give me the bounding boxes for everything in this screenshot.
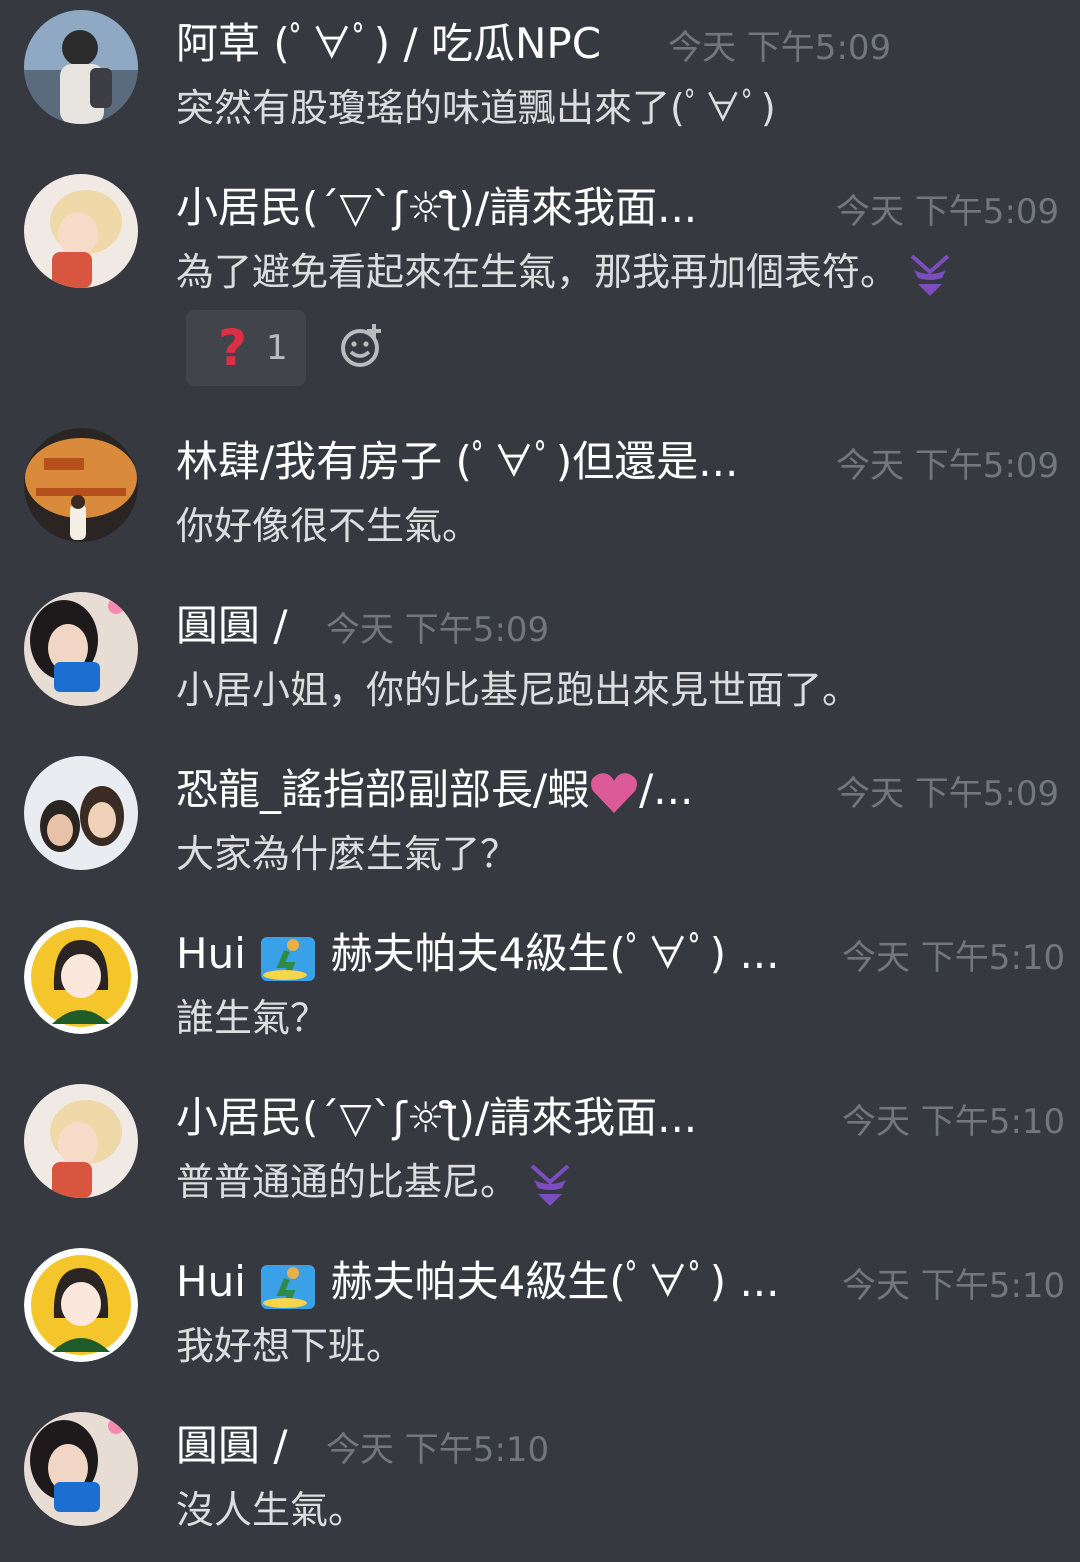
bikini-emoji	[910, 254, 950, 296]
message-author[interactable]: Hui 赫夫帕夫4級生(ﾟ∀ﾟ) ...	[176, 926, 780, 983]
message-text: 大家為什麼生氣了？	[176, 832, 519, 876]
message-author[interactable]: 林肆/我有房子 (ﾟ∀ﾟ)但還是...	[176, 434, 738, 490]
avatar[interactable]	[24, 1084, 138, 1198]
message-author-suffix: 赫夫帕夫4級生(ﾟ∀ﾟ) ...	[330, 1257, 780, 1306]
question-mark-emoji: ?	[218, 319, 248, 377]
message-author-name: 恐龍_謠指部副部長/蝦	[176, 765, 590, 814]
message-text: 我好想下班。	[176, 1324, 405, 1368]
add-reaction-icon[interactable]	[338, 322, 386, 370]
message-author[interactable]: 阿草 (ﾟ∀ﾟ) / 吃瓜NPC	[176, 16, 601, 72]
avatar[interactable]	[24, 1248, 138, 1362]
heart-emoji	[591, 772, 638, 813]
message-timestamp: 今天 下午5:09	[668, 28, 892, 68]
avatar[interactable]	[24, 10, 138, 124]
message-text: 沒人生氣。	[176, 1488, 367, 1532]
message-author[interactable]: 小居民(´▽`ʃ☼ƪ)/請來我面...	[176, 1090, 697, 1146]
message-author-name: Hui	[176, 1257, 246, 1306]
avatar[interactable]	[24, 592, 138, 706]
message-timestamp: 今天 下午5:10	[842, 1266, 1066, 1306]
message-text: 突然有股瓊瑤的味道飄出來了(ﾟ∀ﾟ)	[176, 86, 776, 130]
message[interactable]: 圓圓 / 今天 下午5:10 沒人生氣。	[0, 1412, 1080, 1562]
message-timestamp: 今天 下午5:10	[842, 1102, 1066, 1142]
message-text: 為了避免看起來在生氣，那我再加個表符。	[176, 246, 950, 298]
message-author-suffix: 赫夫帕夫4級生(ﾟ∀ﾟ) ...	[330, 929, 780, 978]
message-author[interactable]: 圓圓 /	[176, 1418, 288, 1474]
avatar[interactable]	[24, 1412, 138, 1526]
message-timestamp: 今天 下午5:09	[836, 774, 1060, 814]
surfer-emoji	[261, 936, 316, 981]
message-text-content: 普普通通的比基尼。	[176, 1160, 519, 1204]
bikini-emoji	[530, 1164, 570, 1206]
message-text: 你好像很不生氣。	[176, 504, 481, 548]
message-text: 小居小姐，你的比基尼跑出來見世面了。	[176, 668, 861, 712]
reaction-count: 1	[266, 328, 288, 368]
message[interactable]: Hui 赫夫帕夫4級生(ﾟ∀ﾟ) ... 今天 下午5:10 我好想下班。	[0, 1248, 1080, 1398]
message-text-content: 為了避免看起來在生氣，那我再加個表符。	[176, 250, 899, 294]
message-author[interactable]: 恐龍_謠指部副部長/蝦 /...	[176, 762, 693, 818]
message[interactable]: 林肆/我有房子 (ﾟ∀ﾟ)但還是... 今天 下午5:09 你好像很不生氣。	[0, 428, 1080, 578]
avatar[interactable]	[24, 174, 138, 288]
message-timestamp: 今天 下午5:10	[326, 1430, 550, 1470]
message-author[interactable]: Hui 赫夫帕夫4級生(ﾟ∀ﾟ) ...	[176, 1254, 780, 1311]
message-author[interactable]: 小居民(´▽`ʃ☼ƪ)/請來我面...	[176, 180, 697, 236]
message[interactable]: 恐龍_謠指部副部長/蝦 /... 今天 下午5:09 大家為什麼生氣了？	[0, 756, 1080, 906]
message-timestamp: 今天 下午5:09	[326, 610, 550, 650]
avatar[interactable]	[24, 428, 138, 542]
message[interactable]: 小居民(´▽`ʃ☼ƪ)/請來我面... 今天 下午5:09 為了避免看起來在生氣…	[0, 174, 1080, 394]
message-text: 普普通通的比基尼。	[176, 1156, 570, 1208]
message[interactable]: 圓圓 / 今天 下午5:09 小居小姐，你的比基尼跑出來見世面了。	[0, 592, 1080, 742]
message-timestamp: 今天 下午5:09	[836, 192, 1060, 232]
message-author-suffix: /...	[639, 765, 694, 814]
avatar[interactable]	[24, 920, 138, 1034]
message[interactable]: 阿草 (ﾟ∀ﾟ) / 吃瓜NPC 今天 下午5:09 突然有股瓊瑤的味道飄出來了…	[0, 10, 1080, 160]
message[interactable]: Hui 赫夫帕夫4級生(ﾟ∀ﾟ) ... 今天 下午5:10 誰生氣？	[0, 920, 1080, 1070]
message-author-name: Hui	[176, 929, 246, 978]
reaction-chip[interactable]: ? 1	[186, 310, 306, 386]
message-timestamp: 今天 下午5:10	[842, 938, 1066, 978]
message-text: 誰生氣？	[176, 996, 329, 1040]
surfer-emoji	[261, 1264, 316, 1309]
message[interactable]: 小居民(´▽`ʃ☼ƪ)/請來我面... 今天 下午5:10 普普通通的比基尼。	[0, 1084, 1080, 1234]
avatar[interactable]	[24, 756, 138, 870]
message-timestamp: 今天 下午5:09	[836, 446, 1060, 486]
message-author[interactable]: 圓圓 /	[176, 598, 288, 654]
